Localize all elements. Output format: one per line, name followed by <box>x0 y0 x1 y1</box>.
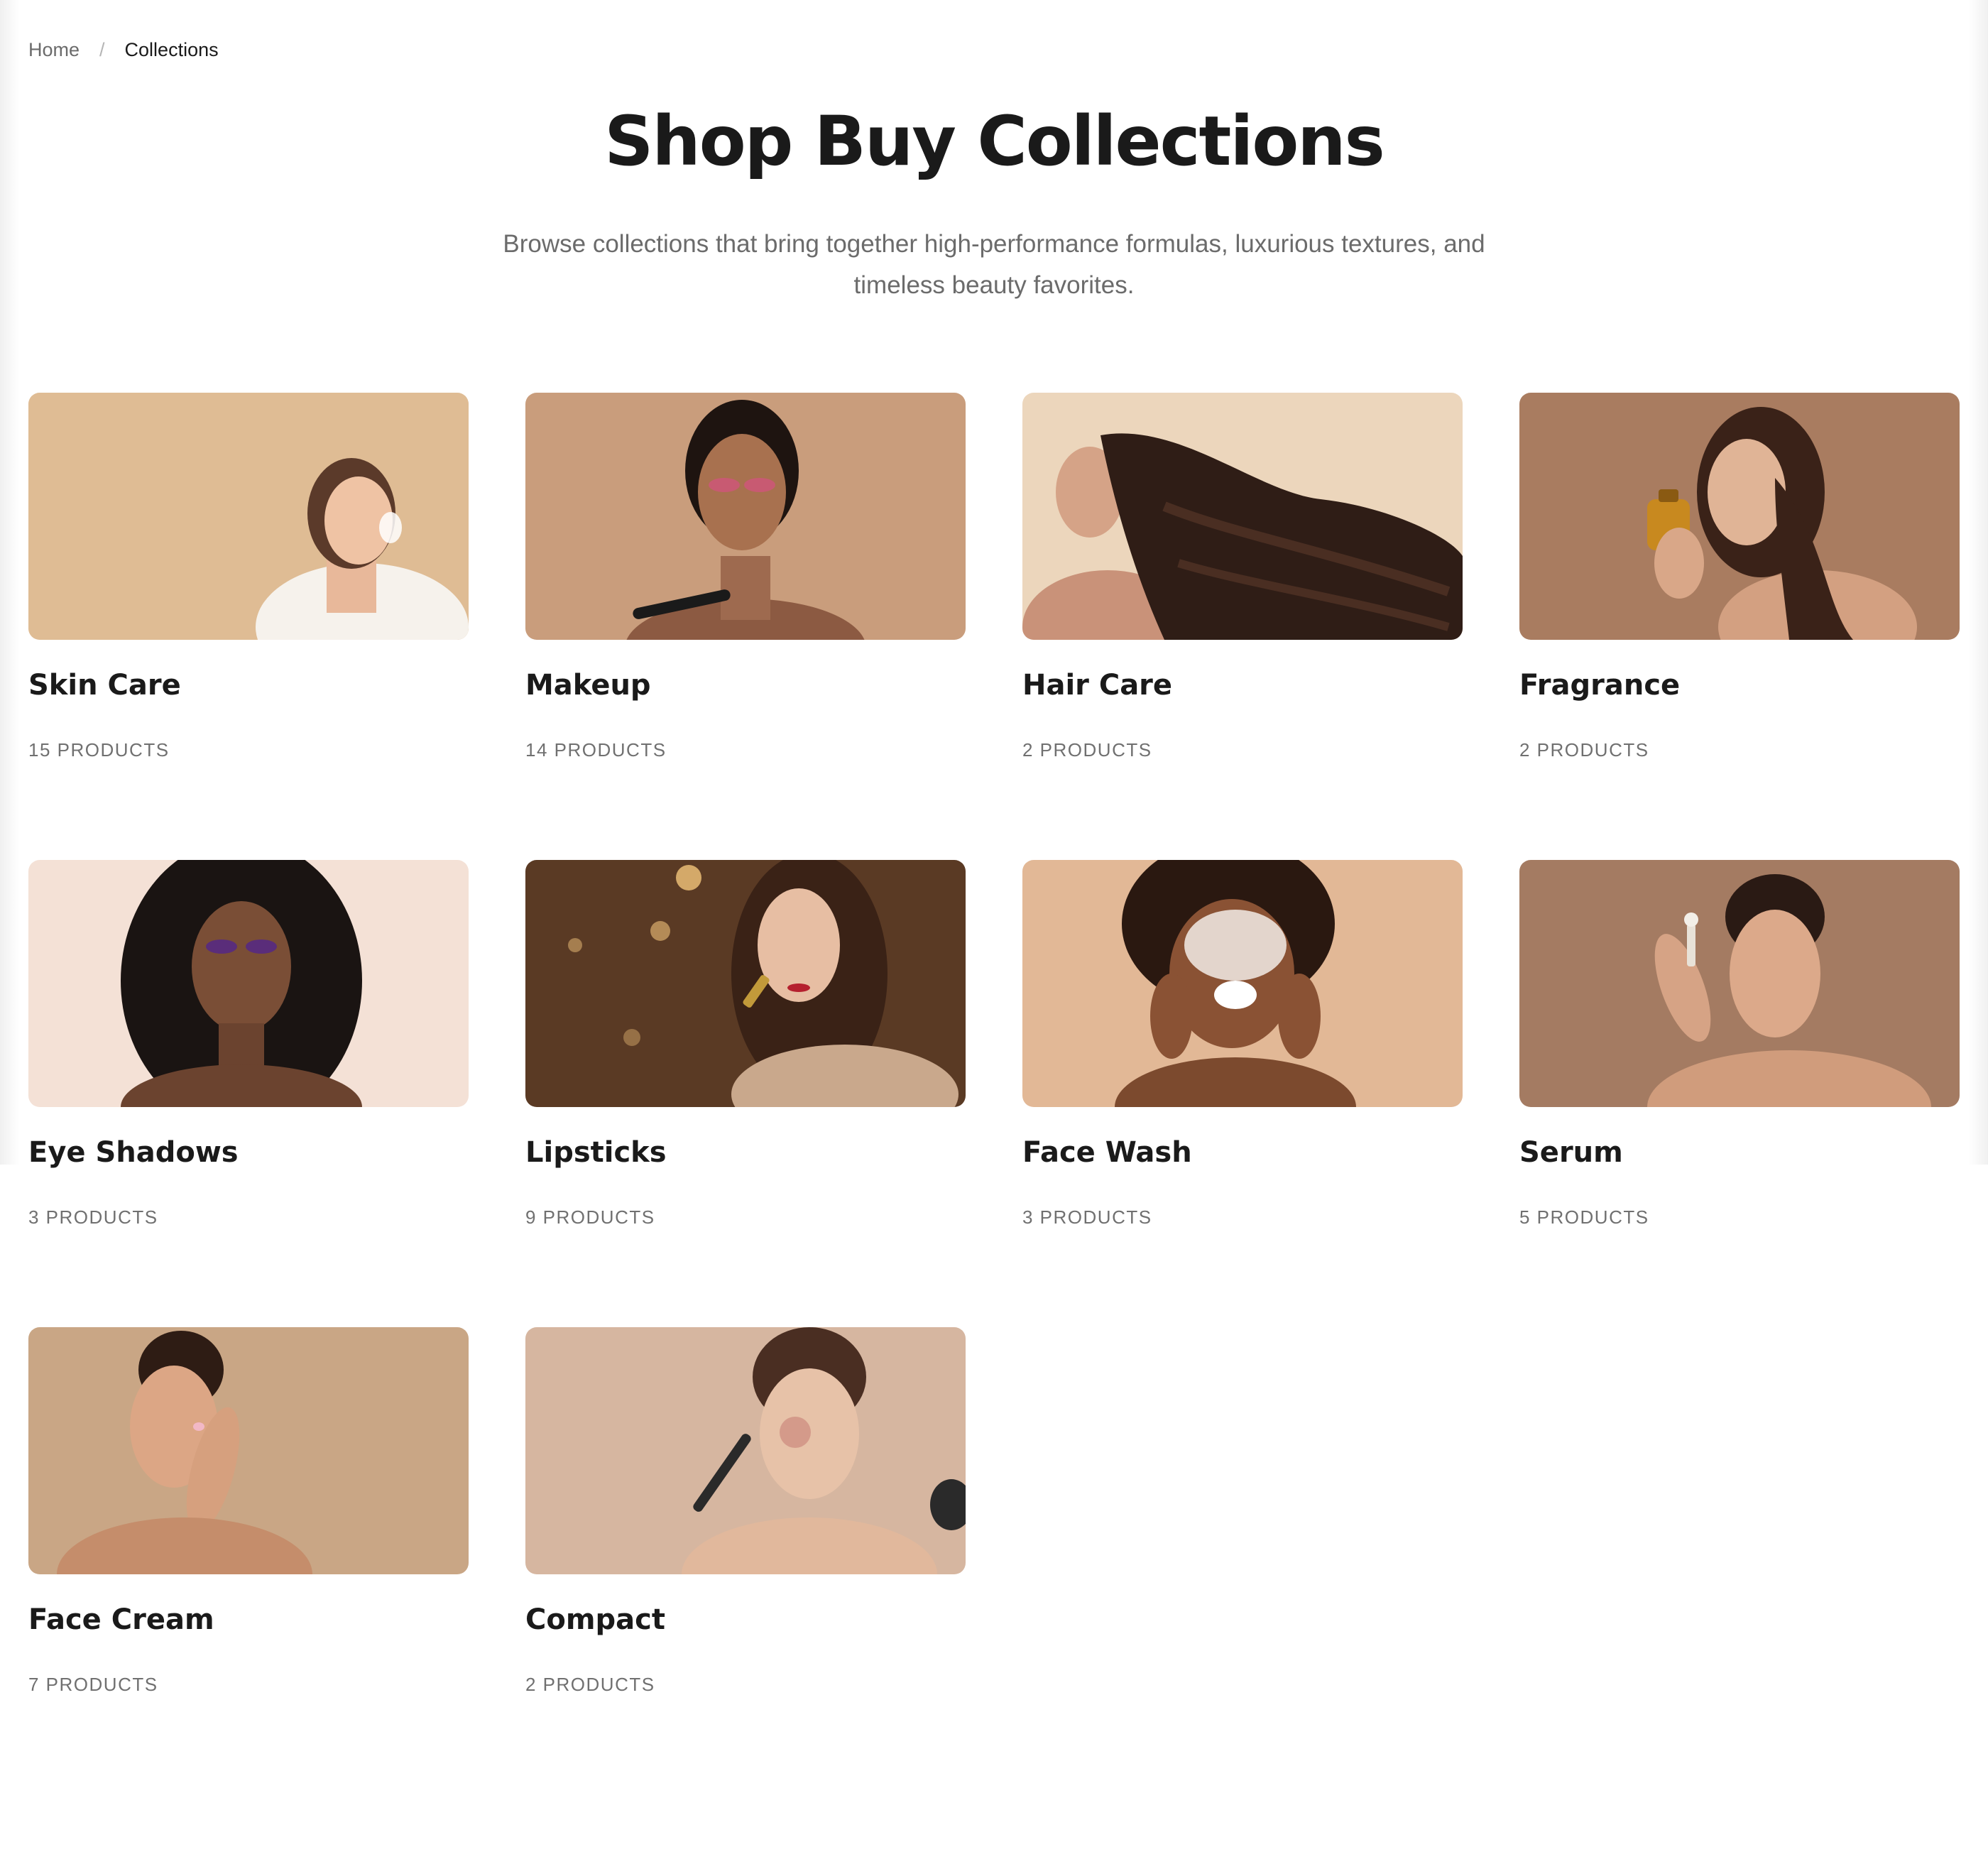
collection-card[interactable]: Serum 5 PRODUCTS <box>1519 860 1960 1256</box>
woman-with-long-curly-hair-image <box>1022 393 1463 641</box>
collection-card[interactable]: Compact 2 PRODUCTS <box>525 1327 966 1723</box>
collection-product-count: 9 PRODUCTS <box>525 1206 655 1228</box>
collection-image[interactable] <box>525 393 966 641</box>
collection-card[interactable]: Makeup 14 PRODUCTS <box>525 393 966 789</box>
collection-product-count: 2 PRODUCTS <box>1519 739 1649 761</box>
collection-title[interactable]: Compact <box>525 1603 966 1637</box>
collections-page: Home / Collections Shop Buy Collections … <box>0 0 1988 1723</box>
collection-product-count: 3 PRODUCTS <box>1022 1206 1152 1228</box>
collection-card[interactable]: Skin Care 15 PRODUCTS <box>28 393 469 789</box>
woman-applying-lipstick-image <box>525 860 966 1108</box>
collection-product-count: 3 PRODUCTS <box>28 1206 158 1228</box>
collection-title[interactable]: Hair Care <box>1022 668 1463 702</box>
woman-with-blush-brush-image <box>525 1327 966 1575</box>
breadcrumb-current: Collections <box>124 38 219 60</box>
woman-with-makeup-brush-image <box>525 393 966 641</box>
collection-product-count: 5 PRODUCTS <box>1519 1206 1649 1228</box>
collection-title[interactable]: Face Cream <box>28 1603 469 1637</box>
collection-image[interactable] <box>1519 860 1960 1108</box>
collection-card[interactable]: Face Cream 7 PRODUCTS <box>28 1327 469 1723</box>
page-title: Shop Buy Collections <box>604 102 1385 181</box>
collection-product-count: 2 PRODUCTS <box>525 1674 655 1696</box>
collections-grid: Skin Care 15 PRODUCTS Makeup 14 PRODUCTS <box>28 393 1960 1723</box>
collection-title[interactable]: Serum <box>1519 1135 1960 1170</box>
collection-product-count: 2 PRODUCTS <box>1022 739 1152 761</box>
page-description: Browse collections that bring together h… <box>503 230 1485 300</box>
collection-card[interactable]: Lipsticks 9 PRODUCTS <box>525 860 966 1256</box>
woman-with-face-foam-image <box>1022 860 1463 1108</box>
woman-applying-serum-image <box>1519 860 1960 1108</box>
collection-product-count: 7 PRODUCTS <box>28 1674 158 1696</box>
woman-applying-skin-cream-image <box>28 393 469 641</box>
collection-card[interactable]: Face Wash 3 PRODUCTS <box>1022 860 1463 1256</box>
collection-image[interactable] <box>525 1327 966 1575</box>
collection-image[interactable] <box>28 860 469 1108</box>
collection-product-count: 15 PRODUCTS <box>28 739 170 761</box>
collection-title[interactable]: Skin Care <box>28 668 469 702</box>
woman-holding-perfume-image <box>1519 393 1960 641</box>
woman-with-purple-eyeshadow-image <box>28 860 469 1108</box>
collection-image[interactable] <box>1022 393 1463 641</box>
breadcrumb-home-link[interactable]: Home <box>28 39 80 61</box>
collection-title[interactable]: Eye Shadows <box>28 1135 469 1170</box>
collection-card[interactable]: Eye Shadows 3 PRODUCTS <box>28 860 469 1256</box>
collection-card[interactable]: Hair Care 2 PRODUCTS <box>1022 393 1463 789</box>
woman-touching-face-image <box>28 1327 469 1575</box>
breadcrumb: Home / Collections <box>28 0 1960 64</box>
collection-image[interactable] <box>28 393 469 641</box>
collection-image[interactable] <box>525 860 966 1108</box>
collection-product-count: 14 PRODUCTS <box>525 739 667 761</box>
collection-title[interactable]: Face Wash <box>1022 1135 1463 1170</box>
collection-image[interactable] <box>1022 860 1463 1108</box>
collection-card[interactable]: Fragrance 2 PRODUCTS <box>1519 393 1960 789</box>
collection-image[interactable] <box>1519 393 1960 641</box>
collection-title[interactable]: Makeup <box>525 668 966 702</box>
collection-title[interactable]: Fragrance <box>1519 668 1960 702</box>
collection-title[interactable]: Lipsticks <box>525 1135 966 1170</box>
breadcrumb-separator: / <box>99 38 105 60</box>
collection-image[interactable] <box>28 1327 469 1575</box>
